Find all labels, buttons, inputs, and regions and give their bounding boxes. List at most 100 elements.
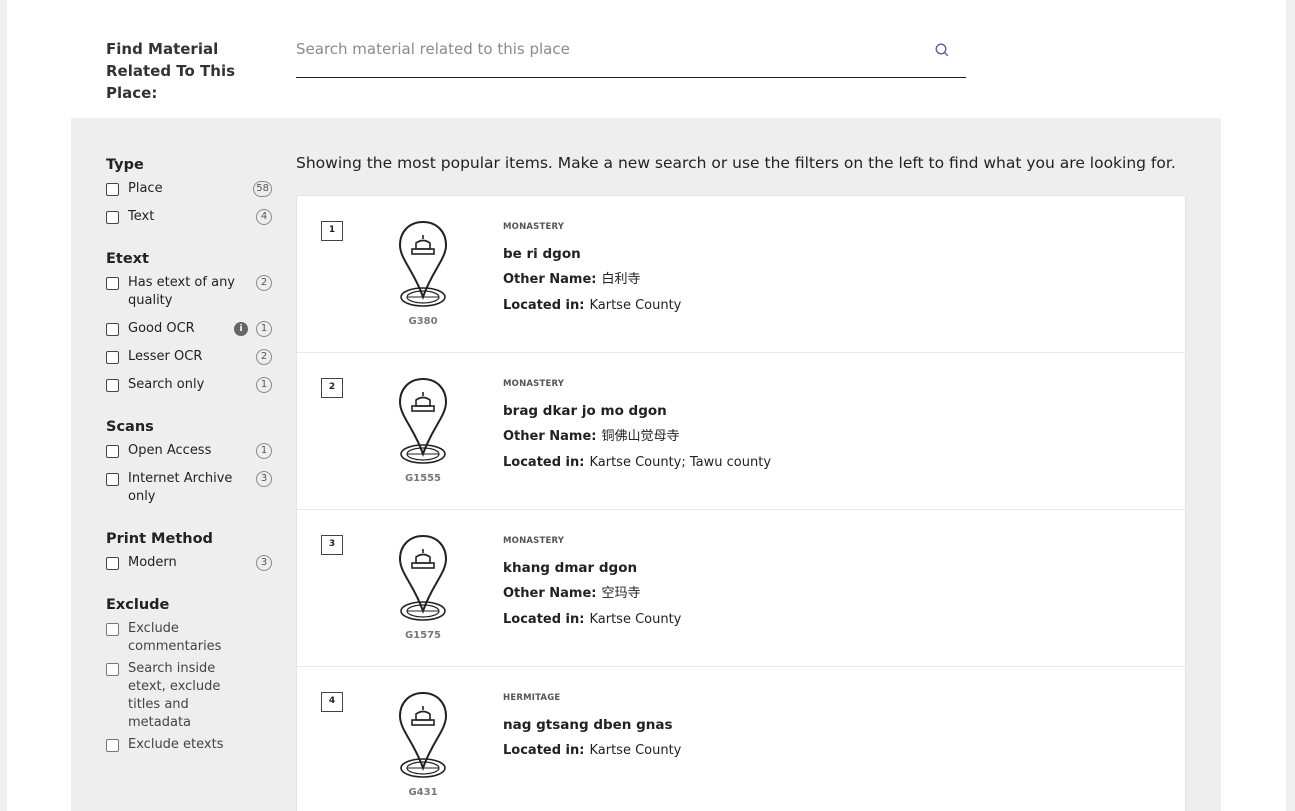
facet-item-exclude-commentaries[interactable]: Exclude commentaries: [106, 616, 272, 656]
facet-scans: Scans Open Access 1 Internet Archive onl…: [106, 416, 272, 512]
facet-label: Text: [128, 209, 155, 224]
checkbox[interactable]: [106, 323, 119, 336]
facet-type: Type Place 58 Text 4: [106, 154, 272, 232]
field-label: Located in:: [503, 455, 585, 470]
result-type: MONASTERY: [503, 536, 565, 546]
other-name-row: Other Name: 铜佛山觉母寺: [503, 428, 771, 446]
search-input[interactable]: [296, 36, 916, 62]
count-badge: 2: [256, 349, 272, 365]
other-name: 空玛寺: [601, 586, 641, 601]
result-type: HERMITAGE: [503, 693, 561, 703]
facet-label: Has etext of any quality: [128, 275, 235, 308]
field-label: Located in:: [503, 743, 585, 758]
count-badge: 1: [256, 443, 272, 459]
count-badge: 2: [256, 275, 272, 291]
result-item[interactable]: 4 G431 HERMITAGE nag gtsang dben gnas Lo…: [297, 667, 1185, 811]
checkbox[interactable]: [106, 183, 119, 196]
located-in-row: Located in: Kartse County: [503, 611, 681, 629]
place-pin-icon: [398, 691, 448, 778]
checkbox[interactable]: [106, 277, 119, 290]
located-in: Kartse County: [589, 612, 682, 627]
checkbox[interactable]: [106, 445, 119, 458]
other-name: 铜佛山觉母寺: [601, 429, 680, 444]
count-badge: 4: [256, 209, 272, 225]
facet-item-open-access[interactable]: Open Access 1: [106, 438, 272, 466]
facet-title: Scans: [106, 419, 154, 435]
result-meta: MONASTERY be ri dgon Other Name: 白利寺 Loca…: [503, 220, 681, 315]
result-meta: MONASTERY brag dkar jo mo dgon Other Nam…: [503, 377, 771, 472]
checkbox[interactable]: [106, 557, 119, 570]
place-id: G380: [408, 316, 438, 327]
count-badge: 3: [256, 555, 272, 571]
field-label: Other Name:: [503, 586, 597, 601]
rank-badge: 1: [321, 221, 343, 241]
facet-exclude: Exclude Exclude commentaries Search insi…: [106, 594, 272, 760]
result-title[interactable]: khang dmar dgon: [503, 559, 681, 577]
place-pin-icon: [398, 220, 448, 307]
result-title[interactable]: be ri dgon: [503, 245, 681, 263]
results-list: 1 G380 MONASTERY be ri dgon Other Name: 白…: [296, 195, 1186, 811]
checkbox[interactable]: [106, 379, 119, 392]
facet-item-search-only[interactable]: Search only 1: [106, 372, 272, 400]
facet-item-good-ocr[interactable]: Good OCR i 1: [106, 316, 272, 344]
facet-item-lesser-ocr[interactable]: Lesser OCR 2: [106, 344, 272, 372]
facet-label: Search only: [128, 377, 205, 392]
field-label: Located in:: [503, 298, 585, 313]
facet-label: Open Access: [128, 443, 212, 458]
result-type: MONASTERY: [503, 379, 565, 389]
result-type: MONASTERY: [503, 222, 565, 232]
facet-item-has-etext[interactable]: Has etext of any quality 2: [106, 270, 272, 316]
located-in: Kartse County: [589, 298, 682, 313]
facet-title: Type: [106, 157, 144, 173]
page: Find Material Related To This Place: Typ…: [7, 0, 1286, 811]
facet-item-internet-archive[interactable]: Internet Archive only 3: [106, 466, 272, 512]
result-item[interactable]: 1 G380 MONASTERY be ri dgon Other Name: 白…: [297, 196, 1185, 353]
count-badge: 1: [256, 377, 272, 393]
results-panel: Type Place 58 Text 4 Etext Has etext of …: [71, 118, 1221, 811]
field-label: Other Name:: [503, 429, 597, 444]
search-box: [296, 36, 966, 78]
rank-badge: 2: [321, 378, 343, 398]
facet-item-text[interactable]: Text 4: [106, 204, 272, 232]
facet-item-search-inside-etext[interactable]: Search inside etext, exclude titles and …: [106, 656, 272, 732]
place-id: G1555: [404, 473, 442, 484]
facet-label: Good OCR: [128, 321, 195, 336]
search-row: Find Material Related To This Place:: [106, 36, 1286, 102]
count-badge: 58: [253, 181, 272, 197]
checkbox[interactable]: [106, 211, 119, 224]
facet-title: Exclude: [106, 597, 170, 613]
facet-print-method: Print Method Modern 3: [106, 528, 272, 578]
filter-sidebar: Type Place 58 Text 4 Etext Has etext of …: [106, 154, 272, 776]
place-id: G1575: [404, 630, 442, 641]
facet-item-modern[interactable]: Modern 3: [106, 550, 272, 578]
place-pin-icon: [398, 377, 448, 464]
result-title[interactable]: brag dkar jo mo dgon: [503, 402, 771, 420]
result-title[interactable]: nag gtsang dben gnas: [503, 716, 681, 734]
place-id: G431: [408, 787, 438, 798]
checkbox[interactable]: [106, 739, 119, 752]
other-name-row: Other Name: 空玛寺: [503, 585, 681, 603]
facet-label: Modern: [128, 555, 177, 570]
checkbox[interactable]: [106, 473, 119, 486]
facet-title: Etext: [106, 251, 149, 267]
located-in-row: Located in: Kartse County: [503, 297, 681, 315]
count-badge: 3: [256, 471, 272, 487]
result-item[interactable]: 2 G1555 MONASTERY brag dkar jo mo dgon O…: [297, 353, 1185, 510]
checkbox[interactable]: [106, 663, 119, 676]
result-meta: MONASTERY khang dmar dgon Other Name: 空玛寺…: [503, 534, 681, 629]
rank-badge: 4: [321, 692, 343, 712]
located-in: Kartse County; Tawu county: [589, 455, 772, 470]
checkbox[interactable]: [106, 623, 119, 636]
checkbox[interactable]: [106, 351, 119, 364]
facet-label: Internet Archive only: [128, 471, 233, 504]
rank-badge: 3: [321, 535, 343, 555]
facet-label: Search inside etext, exclude titles and …: [128, 661, 221, 730]
search-icon[interactable]: [934, 42, 950, 58]
results-intro: Showing the most popular items. Make a n…: [296, 154, 1176, 172]
facet-item-exclude-etexts[interactable]: Exclude etexts: [106, 732, 272, 760]
result-item[interactable]: 3 G1575 MONASTERY khang dmar dgon Other …: [297, 510, 1185, 667]
other-name-row: Other Name: 白利寺: [503, 271, 681, 289]
field-label: Other Name:: [503, 272, 597, 287]
info-icon[interactable]: i: [234, 322, 248, 336]
facet-item-place[interactable]: Place 58: [106, 176, 272, 204]
